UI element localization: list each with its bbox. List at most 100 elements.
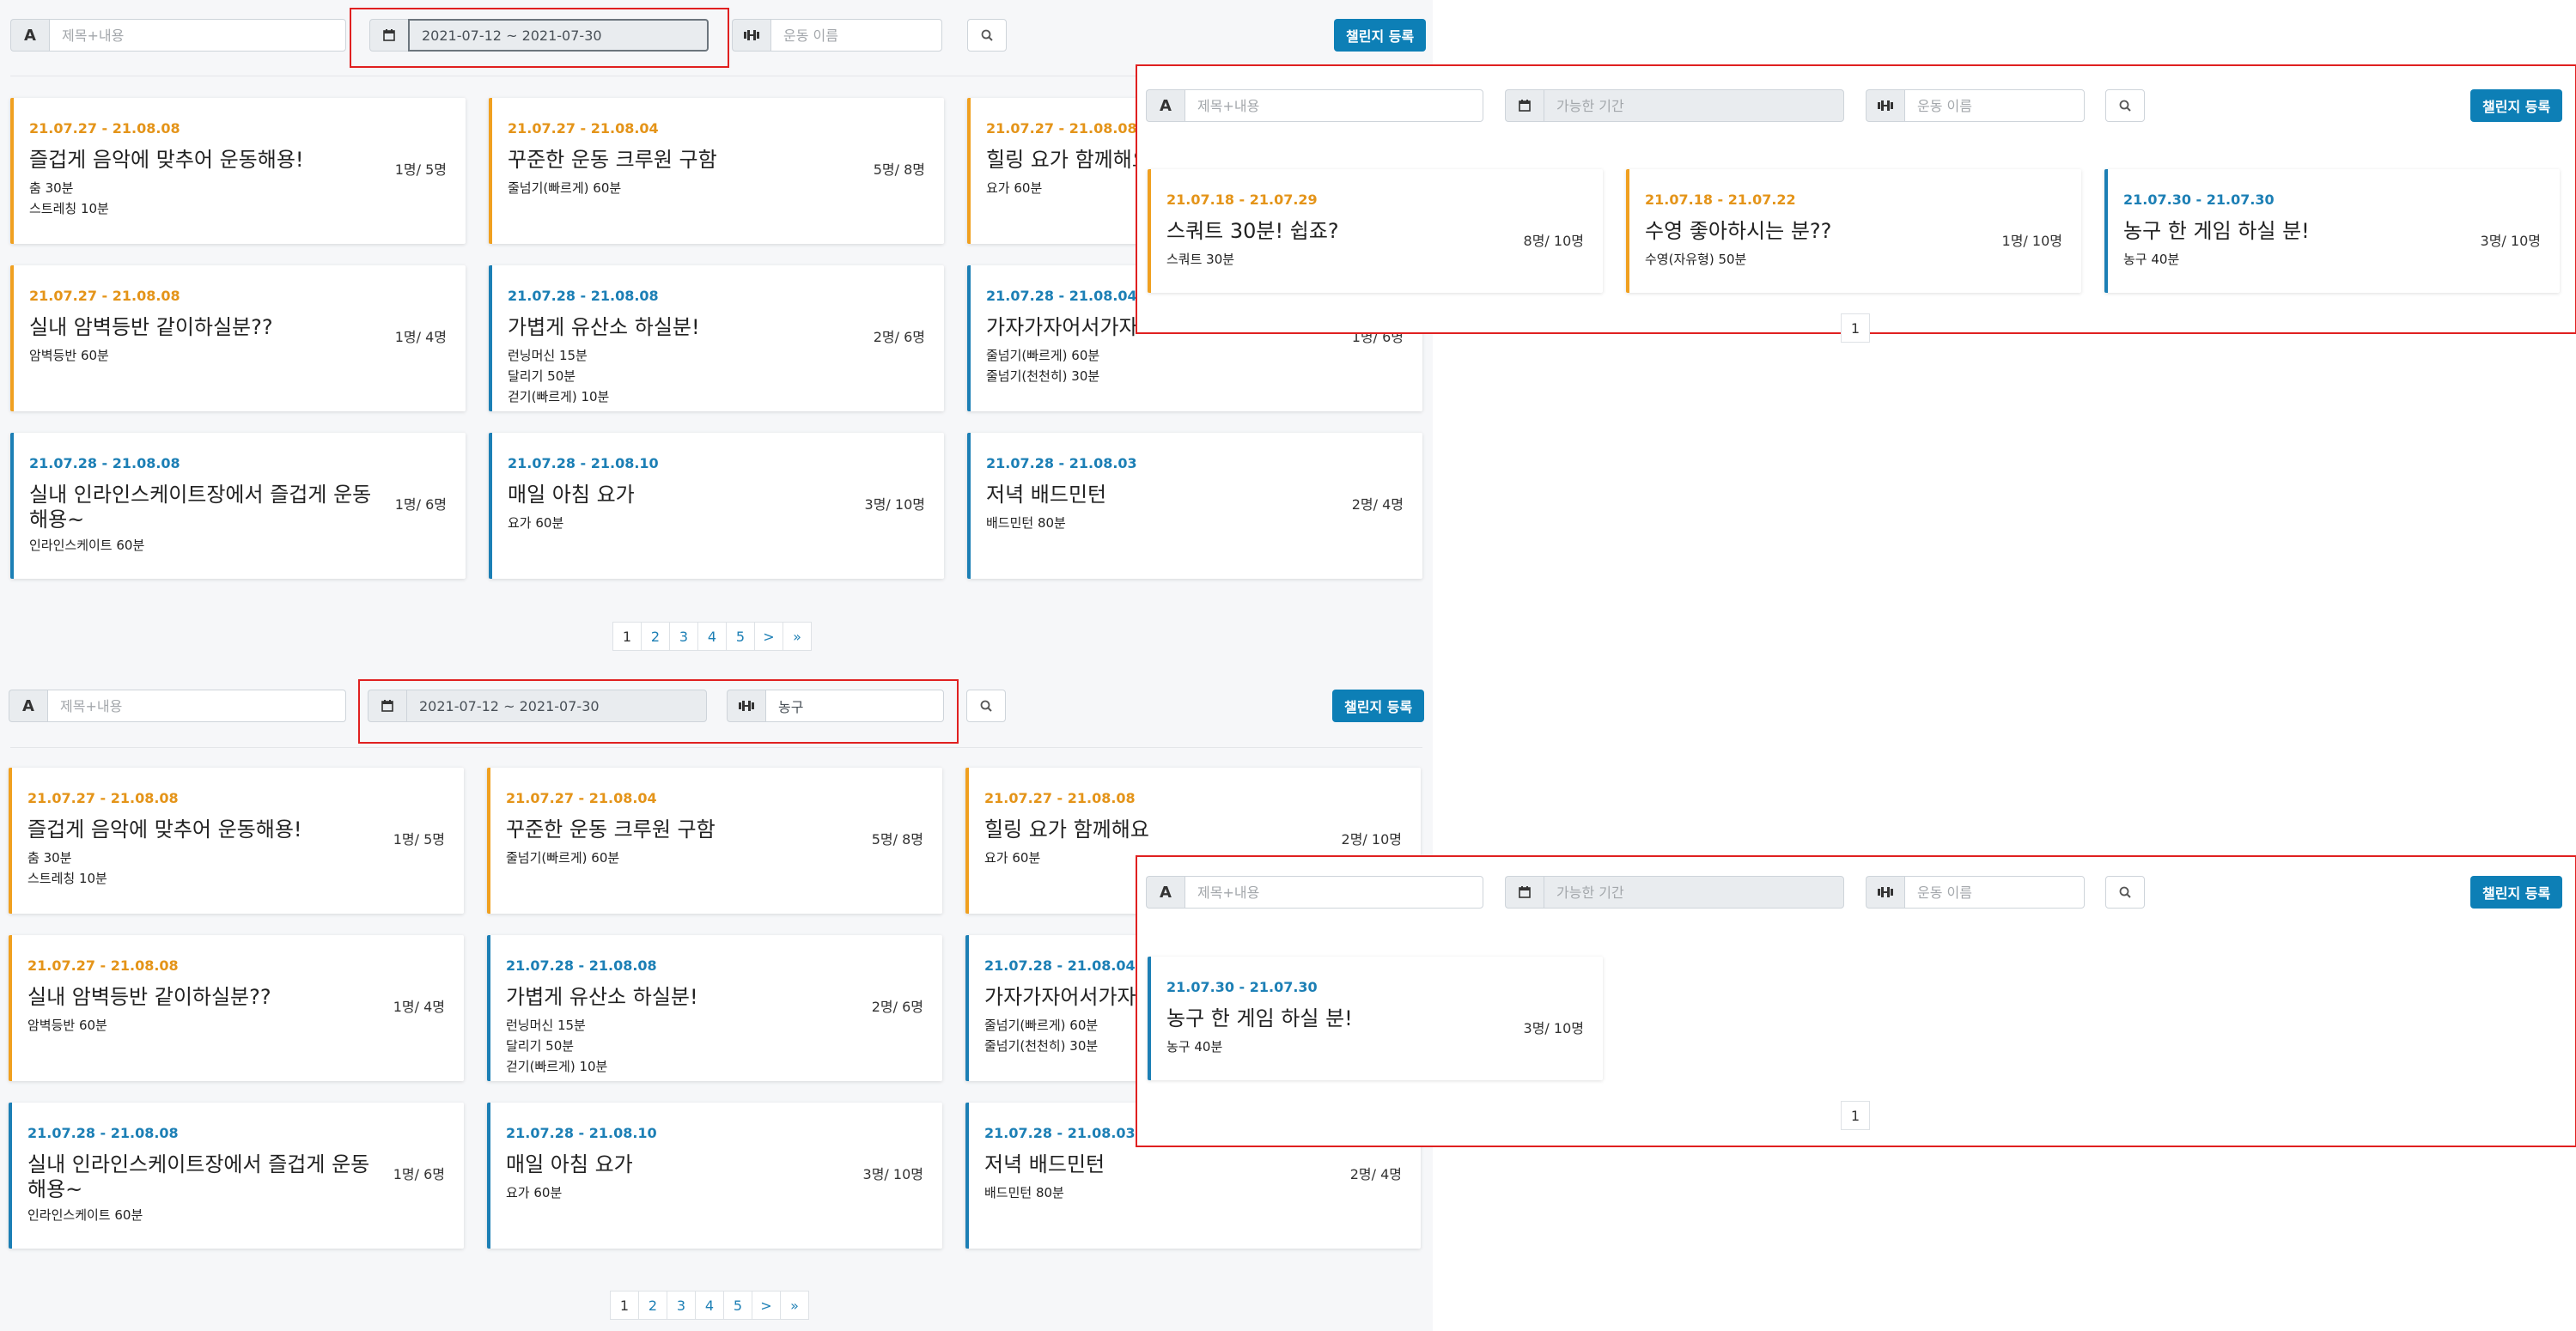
exercise-item: 스쿼트 30분 (1166, 252, 1235, 267)
challenge-dates: 21.07.28 - 21.08.10 (508, 455, 659, 471)
register-challenge-button[interactable]: 챌린지 등록 (1334, 19, 1427, 52)
search-button[interactable] (967, 19, 1007, 52)
exercise-search-input[interactable] (765, 690, 944, 722)
challenge-dates: 21.07.27 - 21.08.04 (508, 120, 659, 137)
challenge-dates: 21.07.28 - 21.08.08 (27, 1125, 179, 1141)
title-search-input[interactable] (1184, 89, 1483, 122)
challenge-dates: 21.07.18 - 21.07.29 (1166, 191, 1318, 208)
date-range-input[interactable] (1544, 89, 1844, 122)
challenge-card[interactable]: 21.07.28 - 21.08.08 실내 인라인스케이트장에서 즐겁게 운동해… (10, 433, 466, 579)
challenge-card[interactable]: 21.07.27 - 21.08.08 실내 암벽등반 같이하실분?? 1명/ 4명… (10, 265, 466, 411)
participant-count: 1명/ 10명 (2001, 233, 2062, 249)
exercise-search-input[interactable] (1904, 89, 2085, 122)
title-search-group: A (10, 19, 346, 52)
title-search-input[interactable] (49, 19, 346, 52)
magnifier-icon (2119, 100, 2131, 112)
challenge-card[interactable]: 21.07.28 - 21.08.10 매일 아침 요가 3명/ 10명 요가 60분 (487, 1103, 942, 1249)
date-range-input[interactable] (408, 19, 709, 52)
challenge-card[interactable]: 21.07.27 - 21.08.08 즐겁게 음악에 맞추어 운동해용! 1명/ … (10, 98, 466, 244)
date-range-input[interactable] (406, 690, 707, 722)
challenge-card[interactable]: 21.07.27 - 21.08.08 실내 암벽등반 같이하실분?? 1명/ 4명… (9, 935, 464, 1081)
challenge-card[interactable]: 21.07.28 - 21.08.08 가볍게 유산소 하실분! 2명/ 6명 런닝머… (489, 265, 944, 411)
exercise-item: 런닝머신 15분 (506, 1018, 586, 1033)
challenge-dates: 21.07.28 - 21.08.04 (984, 957, 1136, 974)
participant-count: 2명/ 6명 (873, 329, 925, 345)
page-button[interactable]: » (780, 1291, 809, 1320)
page-button[interactable]: 1 (612, 622, 642, 651)
challenge-title: 실내 암벽등반 같이하실분?? (29, 315, 273, 339)
challenge-dates: 21.07.27 - 21.08.08 (27, 790, 179, 806)
search-button[interactable] (2105, 876, 2145, 909)
challenge-card[interactable]: 21.07.28 - 21.08.08 가볍게 유산소 하실분! 2명/ 6명 런닝머… (487, 935, 942, 1081)
challenge-card[interactable]: 21.07.28 - 21.08.03 저녁 배드민턴 2명/ 4명 배드민턴 80분 (967, 433, 1422, 579)
participant-count: 1명/ 5명 (393, 831, 445, 848)
page-button[interactable]: 3 (667, 1291, 696, 1320)
exercise-item: 달리기 50분 (508, 368, 576, 384)
title-search-input[interactable] (1184, 876, 1483, 909)
participant-count: 3명/ 10명 (864, 496, 925, 513)
search-button[interactable] (2105, 89, 2145, 122)
letter-a-icon: A (10, 19, 49, 52)
participant-count: 8명/ 10명 (1523, 233, 1584, 249)
challenge-card[interactable]: 21.07.28 - 21.08.10 매일 아침 요가 3명/ 10명 요가 60분 (489, 433, 944, 579)
challenge-dates: 21.07.28 - 21.08.08 (506, 957, 657, 974)
search-toolbar: A 챌린지 등록 (0, 0, 1433, 70)
page-button[interactable]: 4 (697, 622, 727, 651)
exercise-search-input[interactable] (770, 19, 942, 52)
challenge-dates: 21.07.28 - 21.08.04 (986, 288, 1137, 304)
register-challenge-button[interactable]: 챌린지 등록 (2470, 89, 2563, 122)
pagination: 1 (1841, 313, 1870, 343)
exercise-item: 춤 30분 (27, 850, 72, 866)
challenge-title: 가볍게 유산소 하실분! (508, 315, 700, 339)
challenge-dates: 21.07.28 - 21.08.08 (508, 288, 659, 304)
magnifier-icon (980, 700, 992, 712)
search-button[interactable] (966, 690, 1006, 722)
challenge-dates: 21.07.27 - 21.08.08 (29, 120, 180, 137)
page-button[interactable]: » (783, 622, 812, 651)
challenge-card[interactable]: 21.07.27 - 21.08.08 즐겁게 음악에 맞추어 운동해용! 1명/ … (9, 768, 464, 914)
challenge-card[interactable]: 21.07.18 - 21.07.29 스쿼트 30분! 쉽죠? 8명/ 10명 스쿼… (1148, 169, 1603, 293)
exercise-search-input[interactable] (1904, 876, 2085, 909)
page-button[interactable]: > (754, 622, 783, 651)
page-button[interactable]: 3 (669, 622, 698, 651)
title-search-group: A (1146, 89, 1483, 122)
page-button[interactable]: 1 (1841, 1101, 1870, 1130)
page-button[interactable]: > (752, 1291, 781, 1320)
challenge-card[interactable]: 21.07.18 - 21.07.22 수영 좋아하시는 분?? 1명/ 10명 수영… (1626, 169, 2081, 293)
exercise-item: 배드민턴 80분 (986, 515, 1066, 531)
challenge-dates: 21.07.28 - 21.08.03 (984, 1125, 1136, 1141)
exercise-search-group (727, 690, 944, 722)
page-button[interactable]: 5 (723, 1291, 752, 1320)
register-challenge-button[interactable]: 챌린지 등록 (2470, 876, 2563, 909)
challenge-title: 꾸준한 운동 크루원 구함 (508, 148, 717, 172)
exercise-item: 걷기(빠르게) 10분 (508, 389, 610, 404)
exercise-item: 농구 40분 (1166, 1039, 1223, 1054)
search-toolbar: A 챌린지 등록 (0, 672, 1433, 742)
register-challenge-button[interactable]: 챌린지 등록 (1332, 690, 1425, 722)
challenge-card[interactable]: 21.07.27 - 21.08.04 꾸준한 운동 크루원 구함 5명/ 8명 줄넘… (487, 768, 942, 914)
challenge-dates: 21.07.27 - 21.08.08 (29, 288, 180, 304)
exercise-item: 요가 60분 (984, 850, 1041, 866)
page-button[interactable]: 1 (610, 1291, 639, 1320)
challenge-card[interactable]: 21.07.30 - 21.07.30 농구 한 게임 하실 분! 3명/ 10명 농… (2104, 169, 2560, 293)
exercise-item: 인라인스케이트 60분 (29, 538, 145, 553)
page-button[interactable]: 5 (726, 622, 755, 651)
challenge-title: 실내 인라인스케이트장에서 즐겁게 운동해용~ (27, 1152, 370, 1201)
title-search-group: A (9, 690, 346, 722)
page-button[interactable]: 1 (1841, 313, 1870, 343)
challenge-title: 매일 아침 요가 (506, 1152, 633, 1176)
challenge-card[interactable]: 21.07.27 - 21.08.04 꾸준한 운동 크루원 구함 5명/ 8명 줄넘… (489, 98, 944, 244)
challenge-title: 농구 한 게임 하실 분! (2123, 219, 2310, 243)
date-range-group (369, 19, 709, 52)
challenge-title: 즐겁게 음악에 맞추어 운동해용! (27, 817, 302, 842)
challenge-card[interactable]: 21.07.30 - 21.07.30 농구 한 게임 하실 분! 3명/ 10명 농… (1148, 957, 1603, 1080)
exercise-item: 걷기(빠르게) 10분 (506, 1059, 608, 1074)
page-button[interactable]: 4 (695, 1291, 724, 1320)
challenge-card[interactable]: 21.07.28 - 21.08.08 실내 인라인스케이트장에서 즐겁게 운동해… (9, 1103, 464, 1249)
page-button[interactable]: 2 (638, 1291, 667, 1320)
title-search-input[interactable] (47, 690, 346, 722)
date-range-input[interactable] (1544, 876, 1844, 909)
dumbbell-icon (732, 19, 770, 52)
challenge-title: 저녁 배드민턴 (984, 1152, 1105, 1176)
page-button[interactable]: 2 (641, 622, 670, 651)
